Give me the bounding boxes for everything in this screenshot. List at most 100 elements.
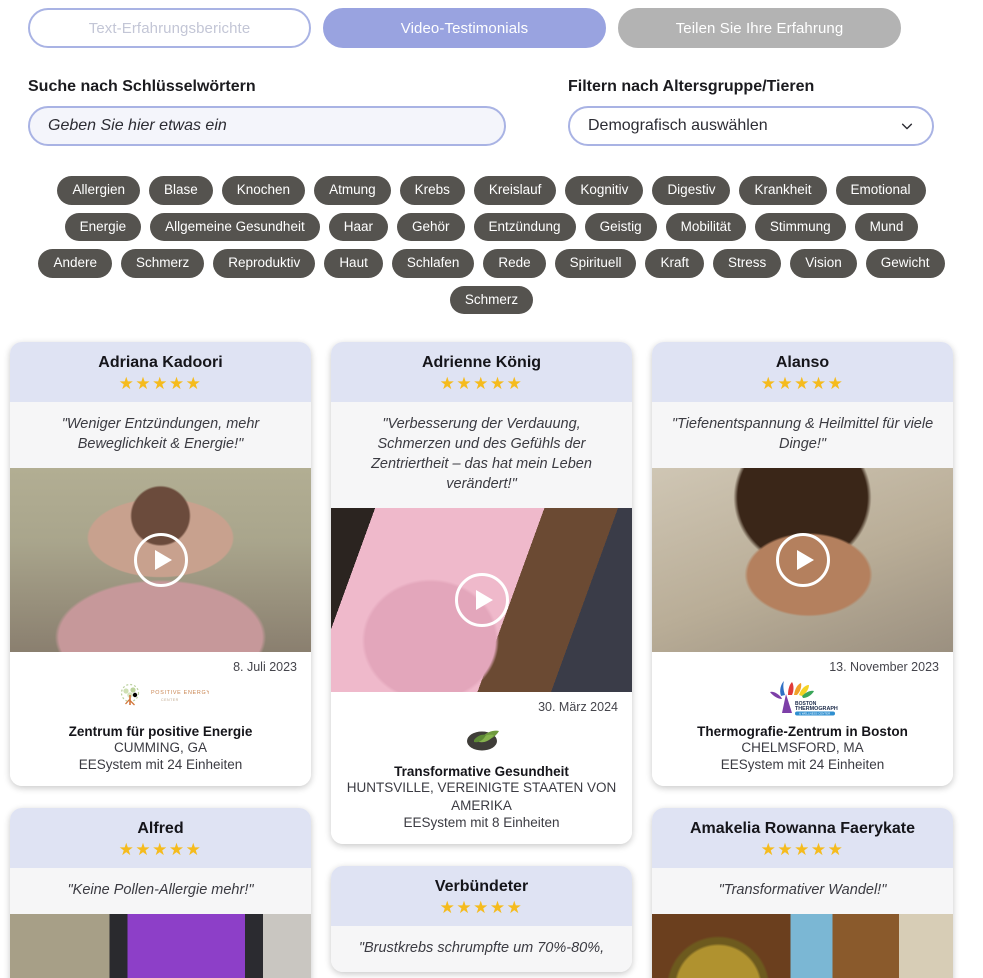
star-rating: ★★★★★ xyxy=(439,898,524,918)
card-header: Amakelia Rowanna Faerykate ★★★★★ xyxy=(652,808,953,869)
card-header: Adrienne König ★★★★★ xyxy=(331,342,632,402)
symptom-tag[interactable]: Geistig xyxy=(584,212,657,241)
symptom-tag[interactable]: Gewicht xyxy=(865,249,945,278)
clinic-logo-wrap: BOSTON THERMOGRAPHY & WELLNESS CENTER xyxy=(666,678,939,718)
tab-video-testimonials-label: Video-Testimonials xyxy=(400,19,529,37)
symptom-tag[interactable]: Vision xyxy=(790,249,857,278)
video-thumbnail[interactable] xyxy=(10,468,311,652)
symptom-tag[interactable]: Stimmung xyxy=(754,212,846,241)
search-label: Suche nach Schlüsselwörtern xyxy=(28,78,256,95)
testimonial-author: Adrienne König xyxy=(421,354,542,371)
video-thumbnail[interactable] xyxy=(10,914,311,978)
demographic-select[interactable]: Demografisch auswählen xyxy=(568,106,934,146)
symptom-tag[interactable]: Allergien xyxy=(57,176,140,205)
symptom-tag[interactable]: Kreislauf xyxy=(473,176,557,205)
symptom-tag[interactable]: Schmerz xyxy=(449,285,534,314)
clinic-city: CHELMSFORD, MA xyxy=(741,740,864,755)
symptom-tag-list: Allergien Blase Knochen Atmung Krebs Kreislau… xyxy=(0,146,983,314)
testimonial-quote: "Verbesserung der Verdauung, Schmerzen u… xyxy=(331,402,632,508)
clinic-logo-wrap xyxy=(345,718,618,758)
symptom-tag[interactable]: Emotional xyxy=(835,176,926,205)
card-footer: 8. Juli 2023 POSITIVE ENERGY CENTER Zent… xyxy=(10,652,311,787)
video-thumbnail[interactable] xyxy=(652,914,953,978)
video-thumbnail[interactable] xyxy=(331,508,632,692)
symptom-tag[interactable]: Krebs xyxy=(399,176,465,205)
testimonial-quote: "Transformativer Wandel!" xyxy=(652,868,953,915)
symptom-tag[interactable]: Stress xyxy=(712,249,782,278)
symptom-tag[interactable]: Gehör xyxy=(396,212,465,241)
symptom-tag[interactable]: Mund xyxy=(854,212,919,241)
svg-text:& WELLNESS CENTER: & WELLNESS CENTER xyxy=(799,712,830,716)
testimonial-author: Adriana Kadoori xyxy=(98,354,223,371)
search-input-placeholder: Geben Sie hier etwas ein xyxy=(48,117,227,134)
symptom-tag[interactable]: Kraft xyxy=(645,249,704,278)
clinic-name: Thermografie-Zentrum in Boston xyxy=(697,724,908,739)
testimonial-card[interactable]: Verbündeter ★★★★★ "Brustkrebs schrumpfte… xyxy=(331,866,632,973)
search-group: Suche nach Schlüsselwörtern Geben Sie hi… xyxy=(28,78,568,146)
testimonial-column-2: Adrienne König ★★★★★ "Verbesserung der V… xyxy=(331,342,632,973)
testimonial-quote: "Brustkrebs schrumpfte um 70%-80%, xyxy=(331,926,632,973)
testimonial-card[interactable]: Amakelia Rowanna Faerykate ★★★★★ "Transf… xyxy=(652,808,953,978)
symptom-tag[interactable]: Andere xyxy=(38,249,112,278)
symptom-tag[interactable]: Haut xyxy=(324,249,383,278)
clinic-units: EESystem mit 24 Einheiten xyxy=(720,757,885,773)
symptom-tag[interactable]: Kognitiv xyxy=(565,176,644,205)
symptom-tag[interactable]: Rede xyxy=(483,249,546,278)
symptom-tag[interactable]: Reproduktiv xyxy=(213,249,316,278)
symptom-tag[interactable]: Blase xyxy=(148,176,213,205)
play-icon[interactable] xyxy=(775,533,830,587)
video-thumbnail[interactable] xyxy=(652,468,953,652)
card-header: Alfred ★★★★★ xyxy=(10,808,311,869)
symptom-tag[interactable]: Schlafen xyxy=(391,249,475,278)
view-mode-tabs: Text-Erfahrungsberichte Video-Testimonia… xyxy=(0,0,983,48)
tab-video-testimonials[interactable]: Video-Testimonials xyxy=(323,8,606,48)
testimonial-author: Verbündeter xyxy=(434,878,529,896)
testimonial-card[interactable]: Adrienne König ★★★★★ "Verbesserung der V… xyxy=(331,342,632,845)
demographic-group: Filtern nach Altersgruppe/Tieren Demogra… xyxy=(568,78,934,146)
testimonial-date: 8. Juli 2023 xyxy=(233,660,297,674)
clinic-units: EESystem mit 24 Einheiten xyxy=(78,757,243,773)
search-input[interactable]: Geben Sie hier etwas ein xyxy=(28,106,506,146)
symptom-tag[interactable]: Spirituell xyxy=(554,249,637,278)
tab-share-experience[interactable]: Teilen Sie Ihre Erfahrung xyxy=(618,8,901,48)
tab-text-testimonials[interactable]: Text-Erfahrungsberichte xyxy=(28,8,311,48)
testimonial-author: Alfred xyxy=(137,820,184,838)
symptom-tag[interactable]: Mobilität xyxy=(665,212,746,241)
testimonial-card[interactable]: Alanso ★★★★★ "Tiefenentspannung & Heilmi… xyxy=(652,342,953,787)
star-rating: ★★★★★ xyxy=(118,840,203,860)
testimonial-quote: "Keine Pollen-Allergie mehr!" xyxy=(10,868,311,915)
clinic-units: EESystem mit 8 Einheiten xyxy=(403,815,560,831)
star-rating: ★★★★★ xyxy=(760,840,845,860)
play-icon[interactable] xyxy=(454,573,509,627)
testimonial-quote: "Weniger Entzündungen, mehr Beweglichkei… xyxy=(10,402,311,468)
testimonial-column-3: Alanso ★★★★★ "Tiefenentspannung & Heilmi… xyxy=(652,342,953,978)
svg-text:CENTER: CENTER xyxy=(161,698,179,702)
clinic-name: Transformative Gesundheit xyxy=(394,764,569,779)
symptom-tag[interactable]: Knochen xyxy=(221,176,306,205)
card-footer: 13. November 2023 BOSTON THERMOGRAPHY & … xyxy=(652,652,953,787)
star-rating: ★★★★★ xyxy=(760,374,845,393)
star-rating: ★★★★★ xyxy=(439,374,524,393)
symptom-tag[interactable]: Energie xyxy=(64,212,142,241)
chevron-down-icon xyxy=(901,123,913,130)
demographic-label: Filtern nach Altersgruppe/Tieren xyxy=(568,78,815,95)
symptom-tag[interactable]: Haar xyxy=(328,212,388,241)
svg-text:POSITIVE ENERGY: POSITIVE ENERGY xyxy=(151,690,209,696)
symptom-tag[interactable]: Schmerz xyxy=(121,249,205,278)
testimonial-author: Alanso xyxy=(775,354,830,371)
boston-thermography-logo: BOSTON THERMOGRAPHY & WELLNESS CENTER xyxy=(769,681,838,716)
testimonial-date: 30. März 2024 xyxy=(538,700,618,714)
testimonial-card[interactable]: Adriana Kadoori ★★★★★ "Weniger Entzündun… xyxy=(10,342,311,787)
play-icon[interactable] xyxy=(133,533,188,587)
symptom-tag[interactable]: Entzündung xyxy=(473,212,576,241)
testimonial-author: Amakelia Rowanna Faerykate xyxy=(690,820,915,838)
card-header: Alanso ★★★★★ xyxy=(652,342,953,402)
symptom-tag[interactable]: Krankheit xyxy=(739,176,827,205)
tab-share-experience-label: Teilen Sie Ihre Erfahrung xyxy=(675,19,844,37)
symptom-tag[interactable]: Digestiv xyxy=(652,176,731,205)
testimonial-grid: Adriana Kadoori ★★★★★ "Weniger Entzündun… xyxy=(0,314,983,978)
symptom-tag[interactable]: Allgemeine Gesundheit xyxy=(150,212,320,241)
testimonial-date: 13. November 2023 xyxy=(829,660,939,674)
symptom-tag[interactable]: Atmung xyxy=(314,176,391,205)
testimonial-card[interactable]: Alfred ★★★★★ "Keine Pollen-Allergie mehr… xyxy=(10,808,311,978)
